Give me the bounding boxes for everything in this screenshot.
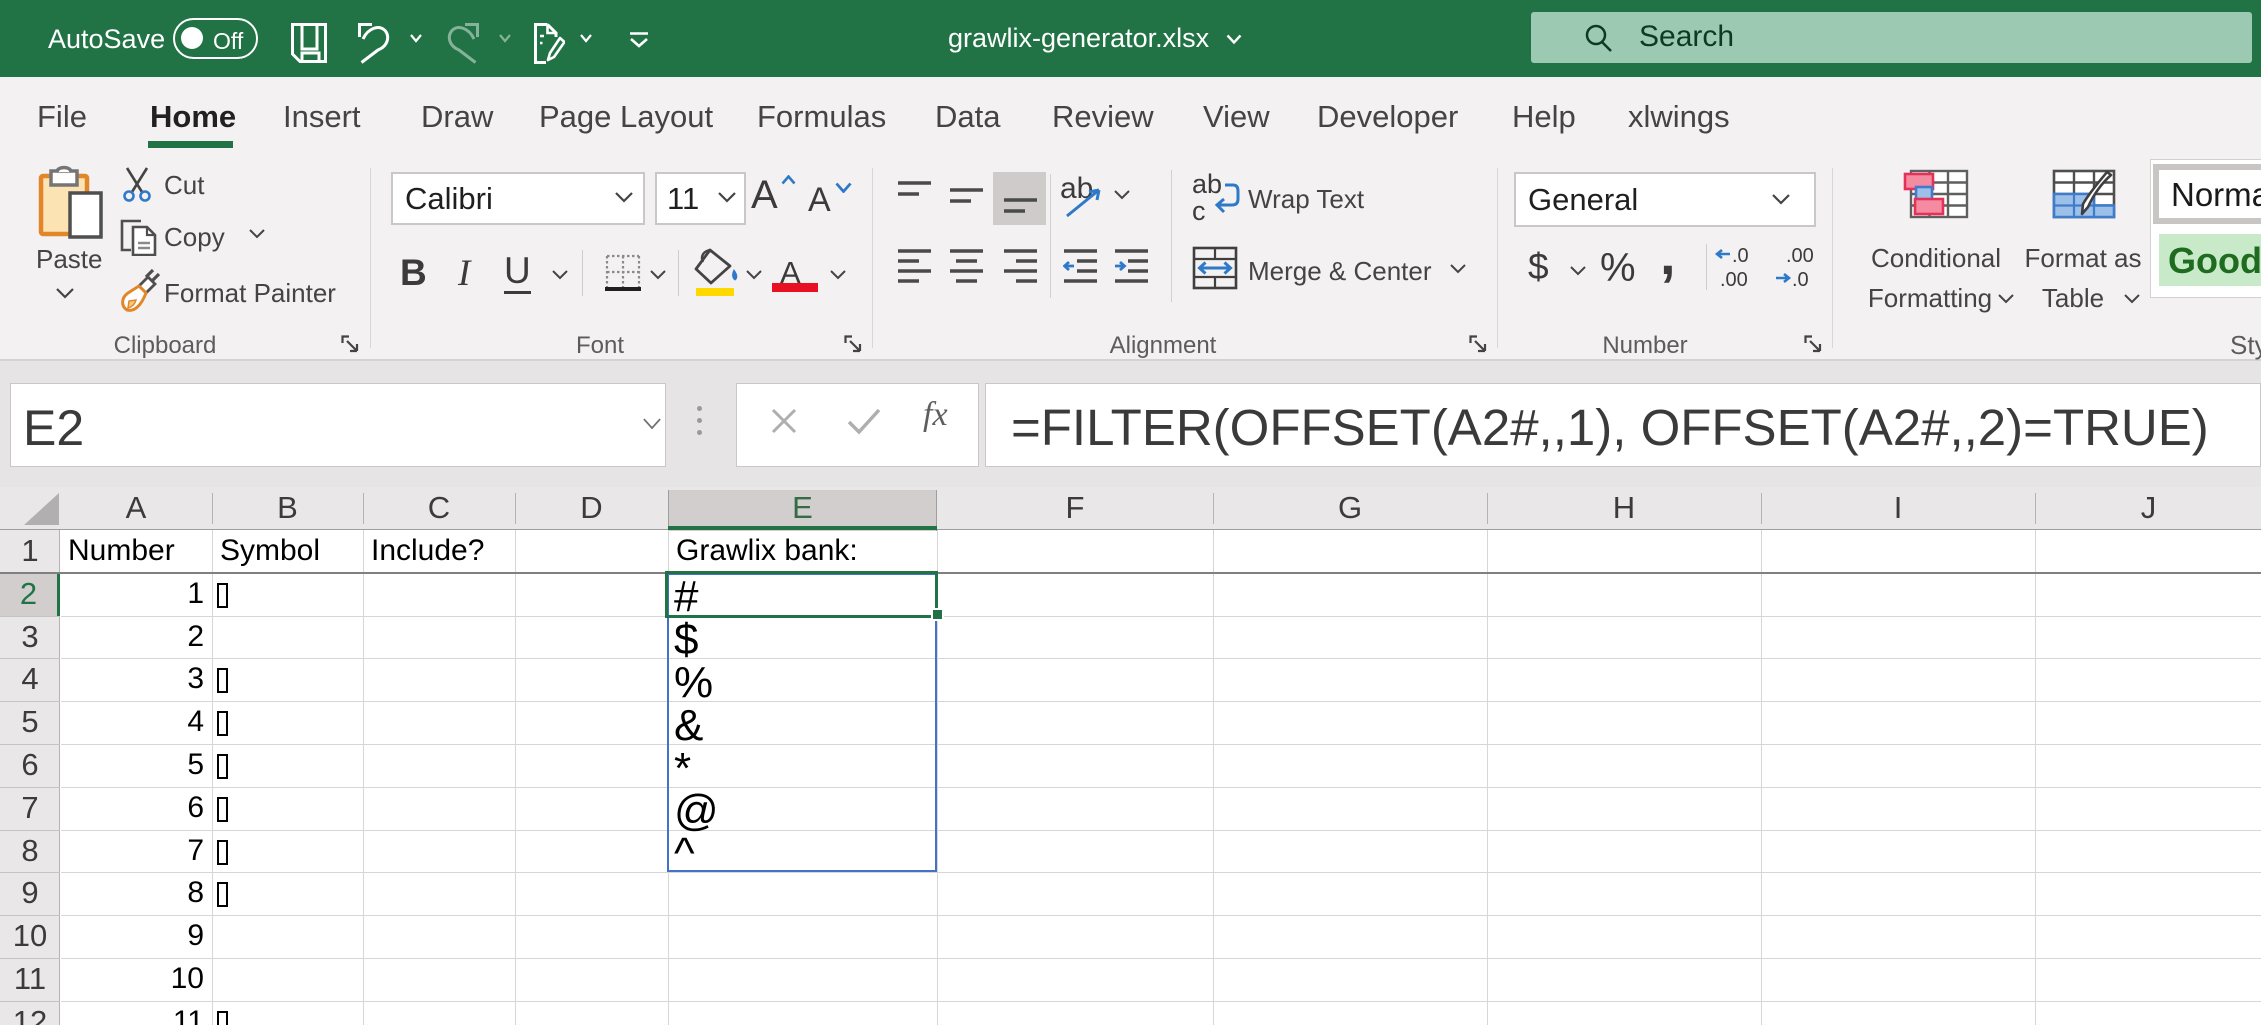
svg-text:c: c xyxy=(1192,196,1206,224)
svg-text:.0: .0 xyxy=(1792,269,1809,291)
svg-text:.00: .00 xyxy=(1720,269,1748,291)
svg-text:ab: ab xyxy=(1192,172,1222,199)
svg-text:.00: .00 xyxy=(1786,245,1814,267)
svg-text:.0: .0 xyxy=(1732,245,1749,267)
